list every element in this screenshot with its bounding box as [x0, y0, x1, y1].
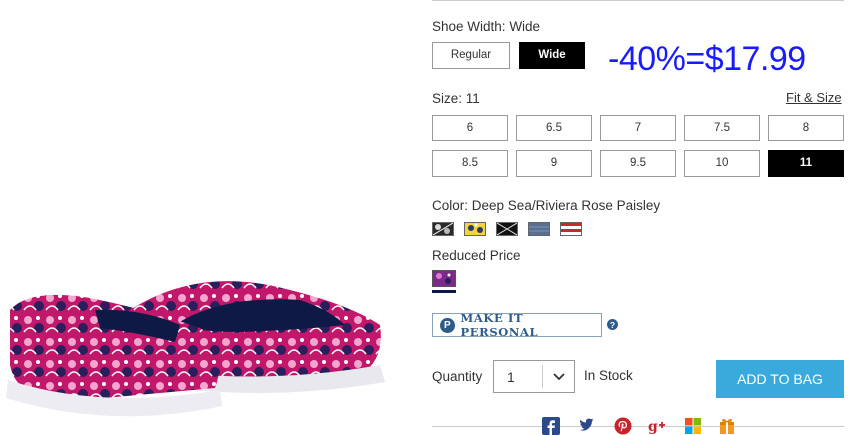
personalize-icon: P — [440, 317, 455, 333]
width-regular-button[interactable]: Regular — [432, 42, 510, 69]
chevron-down-icon — [553, 373, 565, 381]
pinterest-icon[interactable] — [614, 417, 632, 435]
gift-icon[interactable] — [718, 417, 736, 435]
size-9-button[interactable]: 9 — [516, 150, 592, 177]
facebook-icon[interactable] — [542, 417, 560, 435]
add-to-bag-button[interactable]: ADD TO BAG — [716, 360, 844, 398]
bottom-divider — [432, 426, 844, 427]
size-7-button[interactable]: 7 — [600, 115, 676, 141]
help-icon[interactable]: ? — [607, 319, 618, 330]
promo-price-text: -40%=$17.99 — [608, 40, 806, 78]
size-11-button[interactable]: 11 — [768, 150, 844, 177]
svg-text:g: g — [648, 419, 658, 435]
color-swatch-denim[interactable] — [528, 222, 550, 236]
fit-size-link[interactable]: Fit & Size — [786, 90, 842, 105]
size-8-5-button[interactable]: 8.5 — [432, 150, 508, 177]
size-6-button[interactable]: 6 — [432, 115, 508, 141]
size-9-5-button[interactable]: 9.5 — [600, 150, 676, 177]
microsoft-icon[interactable] — [684, 417, 702, 435]
selected-swatch-indicator — [432, 290, 456, 293]
make-it-personal-button[interactable]: P MAKE IT PERSONAL — [432, 311, 602, 339]
color-swatch-floral-black[interactable] — [432, 222, 454, 236]
color-swatch-floral-yellow[interactable] — [464, 222, 486, 236]
quantity-label: Quantity — [432, 369, 483, 384]
width-wide-button[interactable]: Wide — [519, 42, 585, 69]
twitter-icon[interactable] — [578, 417, 596, 435]
size-8-button[interactable]: 8 — [768, 115, 844, 141]
quantity-value: 1 — [507, 369, 515, 385]
color-swatch-black-pattern[interactable] — [496, 222, 518, 236]
color-swatch-paisley-reduced[interactable] — [432, 270, 456, 287]
color-label: Color: Deep Sea/Riviera Rose Paisley — [432, 198, 661, 213]
size-7-5-button[interactable]: 7.5 — [684, 115, 760, 141]
shoe-width-label: Shoe Width: Wide — [432, 19, 541, 34]
size-label: Size: 11 — [432, 91, 480, 106]
top-divider — [432, 0, 844, 1]
google-plus-icon[interactable]: g — [648, 417, 666, 435]
stock-status: In Stock — [584, 368, 633, 383]
size-10-button[interactable]: 10 — [684, 150, 760, 177]
size-6-5-button[interactable]: 6.5 — [516, 115, 592, 141]
reduced-price-label: Reduced Price — [432, 248, 521, 263]
quantity-select[interactable]: 1 — [493, 360, 575, 393]
product-image — [0, 270, 400, 430]
select-divider — [542, 365, 543, 388]
make-it-personal-label: MAKE IT PERSONAL — [460, 311, 539, 339]
color-swatch-red-stripe[interactable] — [560, 222, 582, 236]
